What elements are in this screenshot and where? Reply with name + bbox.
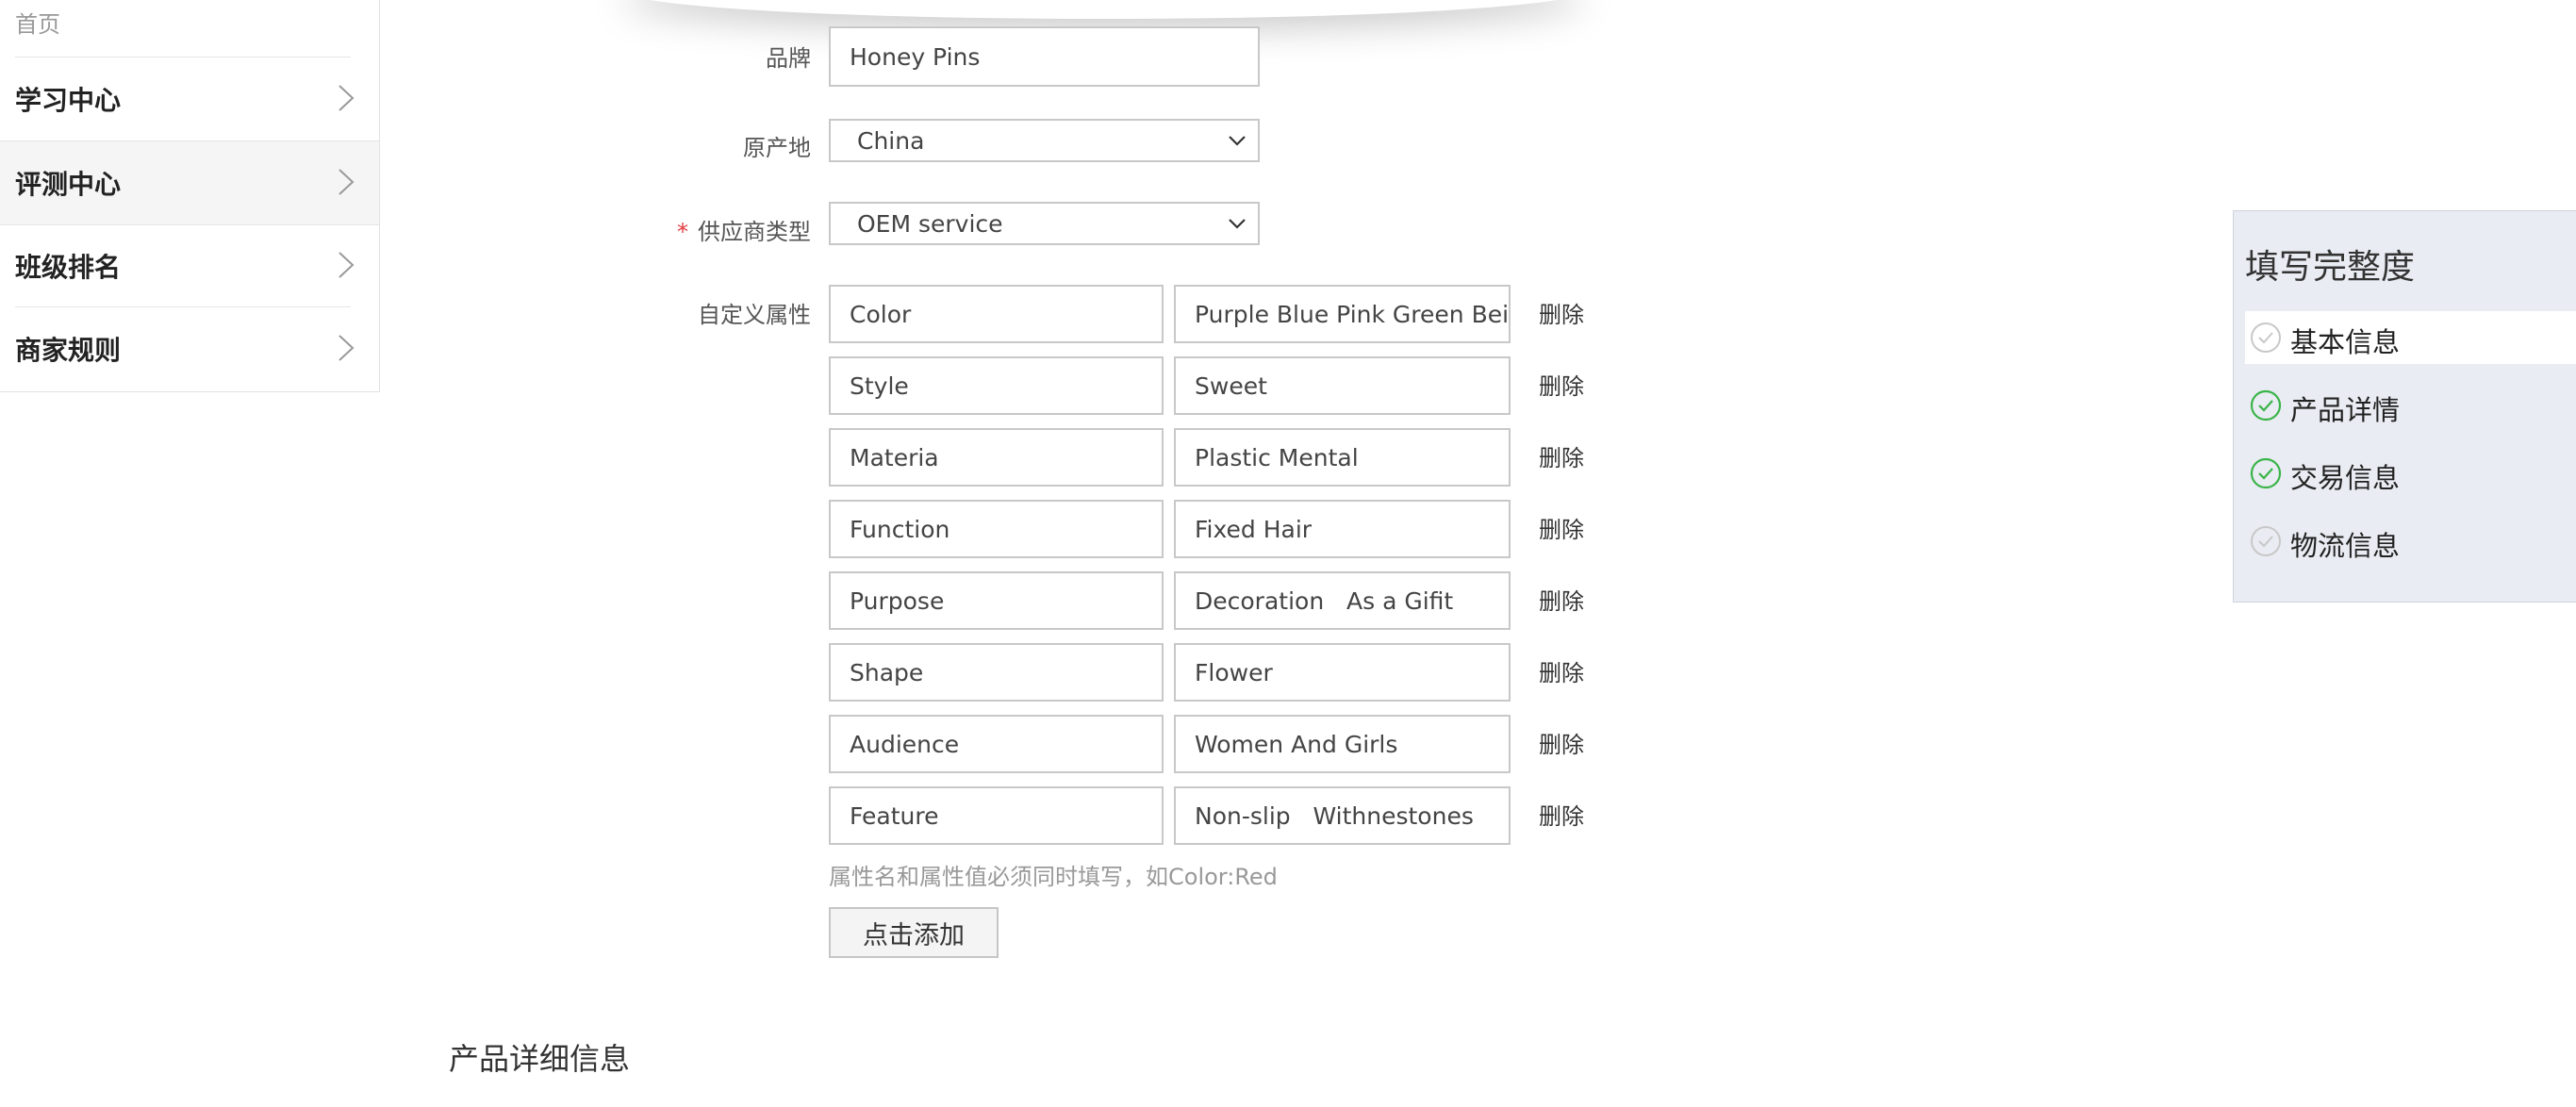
- attribute-name-input[interactable]: Feature: [829, 786, 1164, 845]
- sidebar-home-link[interactable]: 首页: [15, 6, 60, 39]
- attribute-name-input[interactable]: Shape: [829, 643, 1164, 702]
- sidebar-item-ranking[interactable]: 班级排名: [0, 224, 379, 307]
- chevron-down-icon: [1229, 219, 1246, 229]
- completeness-item-trade-info[interactable]: 交易信息: [2245, 447, 2576, 500]
- check-circle-icon: [2251, 322, 2281, 353]
- chevron-right-icon: [339, 335, 355, 361]
- panel-title: 填写完整度: [2245, 248, 2416, 287]
- sidebar-item-label: 学习中心: [15, 85, 122, 116]
- attribute-name-input[interactable]: Audience: [829, 715, 1164, 773]
- brand-label: 品牌: [766, 45, 811, 72]
- sidebar-item-evaluation[interactable]: 评测中心: [0, 140, 379, 225]
- delete-attribute-button[interactable]: 删除: [1539, 511, 1584, 544]
- chevron-right-icon: [339, 85, 355, 111]
- required-mark: *: [677, 219, 688, 245]
- check-circle-icon: [2250, 389, 2282, 421]
- delete-attribute-button[interactable]: 删除: [1539, 368, 1584, 401]
- chevron-right-icon: [339, 252, 355, 278]
- delete-attribute-button[interactable]: 删除: [1539, 296, 1584, 329]
- sidebar: 首页 学习中心 评测中心 班级排名 商家规则: [0, 0, 380, 392]
- attribute-value-input[interactable]: Plastic Mental: [1174, 428, 1511, 487]
- sidebar-item-merchant-rules[interactable]: 商家规则: [0, 307, 379, 390]
- supplier-type-value: OEM service: [857, 209, 1003, 238]
- origin-select[interactable]: China: [829, 119, 1260, 162]
- attribute-value-input[interactable]: Decoration As a Gifit: [1174, 571, 1511, 630]
- completeness-item-label: 产品详情: [2290, 394, 2401, 426]
- attribute-value-input[interactable]: Sweet: [1174, 356, 1511, 415]
- attribute-name-input[interactable]: Materia: [829, 428, 1164, 487]
- completeness-item-basic-info[interactable]: 基本信息: [2245, 311, 2576, 364]
- attribute-hint: 属性名和属性值必须同时填写，如Color:Red: [829, 864, 1278, 890]
- attribute-value-input[interactable]: Women And Girls: [1174, 715, 1511, 773]
- check-circle-icon: [2251, 526, 2281, 556]
- add-attribute-button[interactable]: 点击添加: [829, 907, 999, 958]
- sidebar-item-label: 商家规则: [15, 335, 122, 366]
- delete-attribute-button[interactable]: 删除: [1539, 439, 1584, 472]
- chevron-down-icon: [1229, 136, 1246, 146]
- sidebar-item-label: 班级排名: [15, 252, 122, 283]
- completeness-item-label: 交易信息: [2290, 462, 2401, 494]
- delete-attribute-button[interactable]: 删除: [1539, 798, 1584, 831]
- completeness-item-logistics-info[interactable]: 物流信息: [2245, 515, 2576, 568]
- sidebar-item-label: 评测中心: [15, 169, 122, 200]
- completeness-item-product-details[interactable]: 产品详情: [2245, 379, 2576, 432]
- chevron-right-icon: [339, 169, 355, 195]
- attribute-value-input[interactable]: Non-slip Withnestones: [1174, 786, 1511, 845]
- supplier-type-label: * 供应商类型: [566, 213, 811, 246]
- attribute-value-input[interactable]: Purple Blue Pink Green Beige: [1174, 285, 1511, 343]
- delete-attribute-button[interactable]: 删除: [1539, 583, 1584, 616]
- completeness-panel: 填写完整度 基本信息 产品详情 交易信息 物流信息: [2233, 210, 2576, 603]
- section-title: 产品详细信息: [449, 1041, 631, 1077]
- supplier-type-select[interactable]: OEM service: [829, 202, 1260, 245]
- supplier-type-label-text: 供应商类型: [698, 219, 811, 245]
- brand-input[interactable]: Honey Pins: [829, 26, 1260, 87]
- attribute-value-input[interactable]: Flower: [1174, 643, 1511, 702]
- completeness-item-label: 基本信息: [2290, 326, 2401, 358]
- delete-attribute-button[interactable]: 删除: [1539, 726, 1584, 759]
- origin-label: 原产地: [743, 135, 811, 161]
- completeness-item-label: 物流信息: [2290, 530, 2401, 562]
- attribute-name-input[interactable]: Style: [829, 356, 1164, 415]
- sidebar-item-learning[interactable]: 学习中心: [0, 58, 379, 140]
- attribute-name-input[interactable]: Purpose: [829, 571, 1164, 630]
- delete-attribute-button[interactable]: 删除: [1539, 654, 1584, 687]
- attribute-name-input[interactable]: Function: [829, 500, 1164, 558]
- header-shadow: [622, 0, 1584, 19]
- attribute-name-input[interactable]: Color: [829, 285, 1164, 343]
- custom-attributes-label: 自定义属性: [698, 302, 811, 328]
- check-circle-icon: [2250, 457, 2282, 489]
- attribute-value-input[interactable]: Fixed Hair: [1174, 500, 1511, 558]
- origin-select-value: China: [857, 126, 925, 155]
